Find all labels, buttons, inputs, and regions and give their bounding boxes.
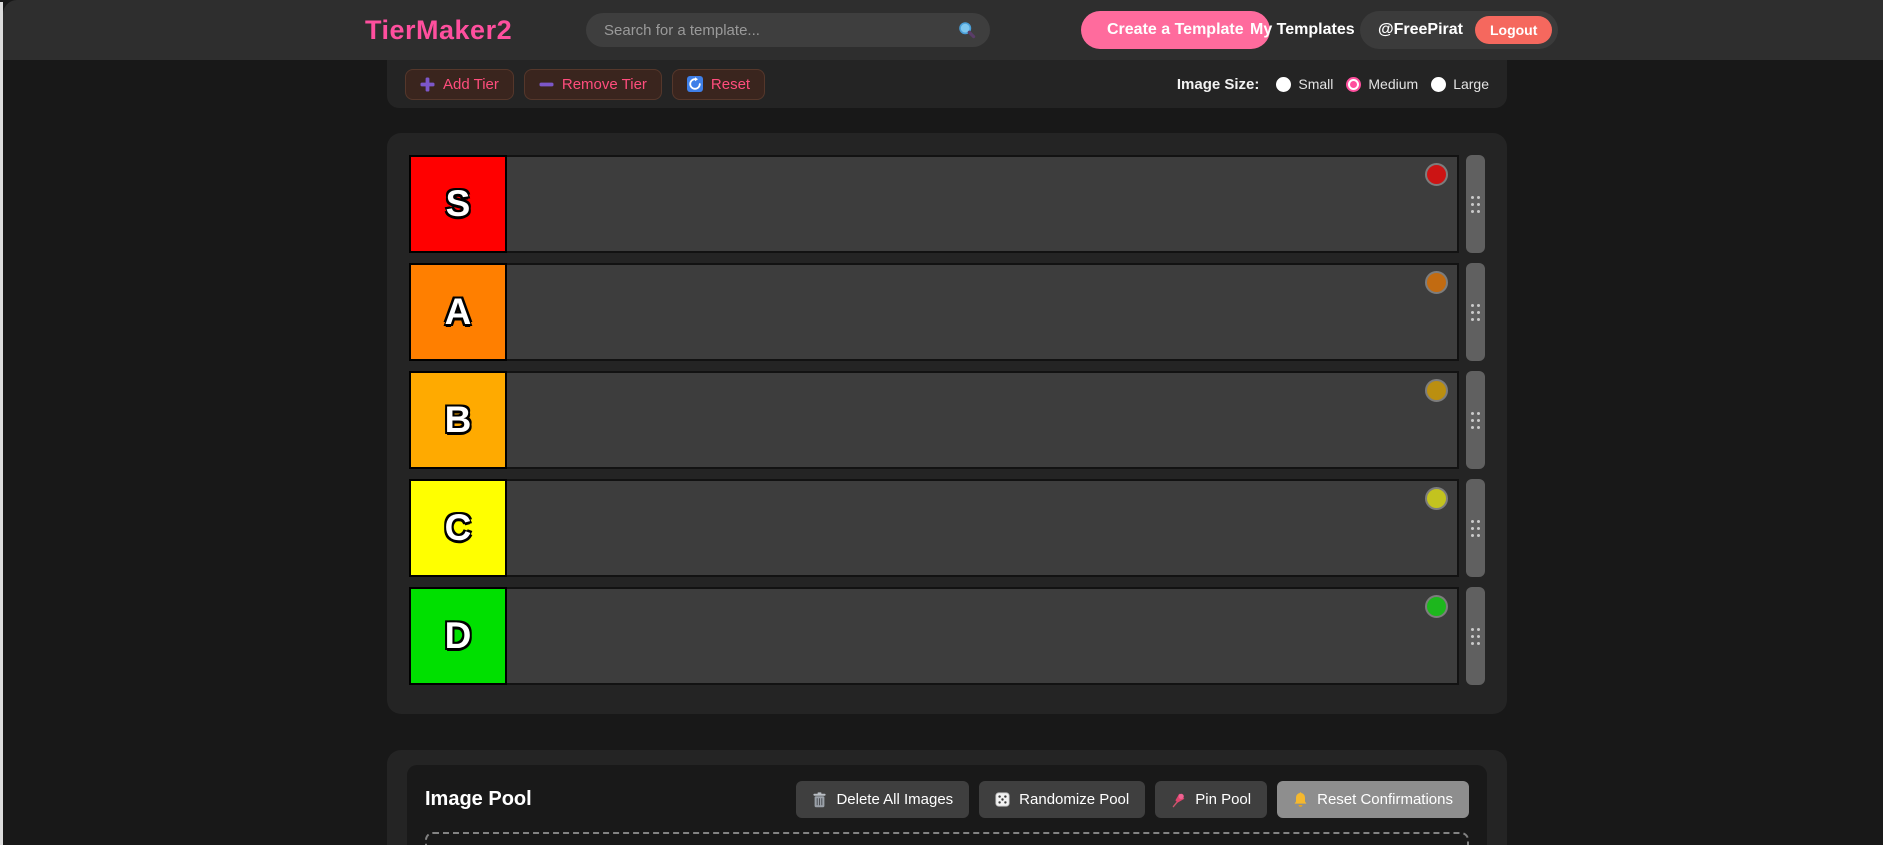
window-left-edge xyxy=(0,2,3,845)
trash-icon xyxy=(812,792,827,808)
image-pool-actions: Delete All Images xyxy=(796,781,1469,818)
tier-row-b: B xyxy=(409,371,1485,469)
tier-label-a[interactable]: A xyxy=(409,263,507,361)
tier-drag-handle[interactable] xyxy=(1466,479,1485,577)
size-option-large[interactable]: Large xyxy=(1431,76,1489,92)
radio-unchecked-icon[interactable] xyxy=(1276,77,1291,92)
grip-dots-icon xyxy=(1471,412,1474,415)
image-size-label: Image Size: xyxy=(1177,76,1260,93)
randomize-pool-label: Randomize Pool xyxy=(1019,791,1129,808)
search-input[interactable] xyxy=(604,22,958,39)
grip-dots-icon xyxy=(1471,628,1474,631)
reset-confirmations-label: Reset Confirmations xyxy=(1317,791,1453,808)
magnifier-icon[interactable] xyxy=(958,21,976,39)
create-template-button[interactable]: Create a Template xyxy=(1081,11,1270,49)
tier-label-c[interactable]: C xyxy=(409,479,507,577)
reset-label: Reset xyxy=(711,76,750,93)
minus-icon xyxy=(539,77,554,92)
tier-dropzone-s[interactable] xyxy=(507,155,1459,253)
user-pill: @FreePirat Logout xyxy=(1360,11,1558,49)
tier-row-a: A xyxy=(409,263,1485,361)
reset-confirmations-button[interactable]: Reset Confirmations xyxy=(1277,781,1469,818)
tier-drag-handle[interactable] xyxy=(1466,587,1485,685)
tier-drag-handle[interactable] xyxy=(1466,155,1485,253)
image-size-group: Image Size: Small Medium Large xyxy=(1177,76,1489,93)
pin-pool-button[interactable]: Pin Pool xyxy=(1155,781,1267,818)
remove-tier-button[interactable]: Remove Tier xyxy=(524,69,662,100)
tier-color-picker-icon[interactable] xyxy=(1425,487,1448,510)
my-templates-link[interactable]: My Templates xyxy=(1250,0,1355,60)
size-option-label: Large xyxy=(1453,76,1489,92)
add-tier-label: Add Tier xyxy=(443,76,499,93)
plus-icon xyxy=(420,77,435,92)
tier-label-d[interactable]: D xyxy=(409,587,507,685)
tier-row-d: D xyxy=(409,587,1485,685)
radio-checked-icon[interactable] xyxy=(1346,77,1361,92)
tier-dropzone-b[interactable] xyxy=(507,371,1459,469)
tier-color-picker-icon[interactable] xyxy=(1425,379,1448,402)
grip-dots-icon xyxy=(1471,520,1474,523)
tier-color-picker-icon[interactable] xyxy=(1425,163,1448,186)
image-pool-header: Image Pool xyxy=(425,781,1469,818)
reset-button[interactable]: Reset xyxy=(672,69,765,100)
size-option-label: Small xyxy=(1298,76,1333,92)
username-label: @FreePirat xyxy=(1378,21,1463,39)
radio-unchecked-icon[interactable] xyxy=(1431,77,1446,92)
image-pool-panel: Image Pool xyxy=(387,750,1507,845)
tier-color-picker-icon[interactable] xyxy=(1425,595,1448,618)
size-option-medium[interactable]: Medium xyxy=(1346,76,1418,92)
refresh-icon xyxy=(687,76,703,92)
grip-dots-icon xyxy=(1471,196,1474,199)
tier-edit-buttons: Add Tier Remove Tier Res xyxy=(405,69,765,100)
size-option-small[interactable]: Small xyxy=(1276,76,1333,92)
pin-pool-label: Pin Pool xyxy=(1195,791,1251,808)
delete-all-images-label: Delete All Images xyxy=(836,791,953,808)
add-tier-button[interactable]: Add Tier xyxy=(405,69,514,100)
die-icon xyxy=(995,792,1010,807)
bell-icon xyxy=(1293,792,1308,808)
tiermaker-page: TierMaker2 Create a Template My Template… xyxy=(0,0,1883,845)
randomize-pool-button[interactable]: Randomize Pool xyxy=(979,781,1145,818)
logout-button[interactable]: Logout xyxy=(1475,16,1552,44)
tier-list-panel: S A B C D xyxy=(387,133,1507,714)
tier-row-s: S xyxy=(409,155,1485,253)
tier-color-picker-icon[interactable] xyxy=(1425,271,1448,294)
tier-dropzone-a[interactable] xyxy=(507,263,1459,361)
tier-dropzone-c[interactable] xyxy=(507,479,1459,577)
image-pool-title: Image Pool xyxy=(425,788,532,811)
tier-dropzone-d[interactable] xyxy=(507,587,1459,685)
grip-dots-icon xyxy=(1471,304,1474,307)
tier-toolbar: Add Tier Remove Tier Res xyxy=(387,60,1507,108)
header-bar: TierMaker2 Create a Template My Template… xyxy=(3,0,1883,60)
tier-drag-handle[interactable] xyxy=(1466,263,1485,361)
image-pool-inner: Image Pool xyxy=(407,765,1487,845)
size-option-label: Medium xyxy=(1368,76,1418,92)
tier-label-b[interactable]: B xyxy=(409,371,507,469)
delete-all-images-button[interactable]: Delete All Images xyxy=(796,781,969,818)
tier-drag-handle[interactable] xyxy=(1466,371,1485,469)
pushpin-icon xyxy=(1171,792,1186,808)
image-pool-dropzone[interactable] xyxy=(425,832,1469,845)
remove-tier-label: Remove Tier xyxy=(562,76,647,93)
tier-label-s[interactable]: S xyxy=(409,155,507,253)
tier-row-c: C xyxy=(409,479,1485,577)
app-logo[interactable]: TierMaker2 xyxy=(365,0,512,60)
template-search[interactable] xyxy=(586,13,990,47)
